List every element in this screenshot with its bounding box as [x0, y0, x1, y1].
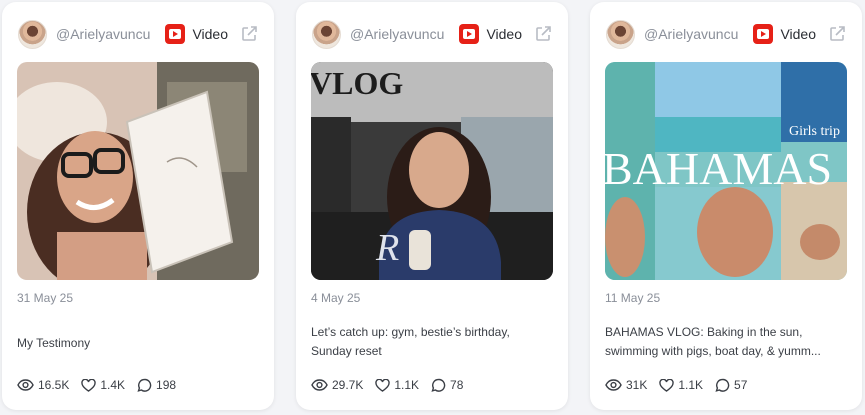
platform-label: Video [780, 26, 816, 42]
likes-stat: 1.1K [375, 378, 419, 392]
youtube-icon [753, 24, 774, 44]
external-link-icon[interactable] [828, 25, 846, 43]
platform-badge: Video [753, 24, 816, 44]
likes-count: 1.1K [678, 378, 704, 392]
content-card[interactable]: @Arielyavuncu Video R VLOG 4 May 25 Let’… [296, 2, 568, 410]
content-card[interactable]: @Arielyavuncu Video 31 May 25 My Testimo… [2, 2, 274, 410]
content-card-grid: @Arielyavuncu Video 31 May 25 My Testimo… [0, 0, 865, 415]
eye-icon [605, 379, 622, 391]
youtube-icon [165, 24, 186, 44]
likes-count: 1.1K [394, 378, 420, 392]
heart-icon [81, 378, 97, 392]
video-thumbnail[interactable]: R VLOG [311, 62, 553, 280]
external-link-icon[interactable] [240, 25, 258, 43]
creator-handle[interactable]: @Arielyavuncu [350, 26, 459, 42]
likes-stat: 1.1K [659, 378, 703, 392]
thumbnail-title-text: VLOG [311, 65, 403, 101]
platform-label: Video [192, 26, 228, 42]
platform-label: Video [486, 26, 522, 42]
post-date: 4 May 25 [311, 291, 361, 305]
engagement-stats: 31K 1.1K 57 [605, 378, 759, 392]
creator-handle[interactable]: @Arielyavuncu [644, 26, 753, 42]
likes-stat: 1.4K [81, 378, 125, 392]
post-caption: My Testimony [17, 336, 91, 350]
youtube-icon [459, 24, 480, 44]
comments-count: 78 [450, 378, 464, 392]
heart-icon [659, 378, 675, 392]
views-stat: 31K [605, 378, 647, 392]
comments-count: 198 [156, 378, 177, 392]
thumbnail-title-text: BAHAMAS [605, 143, 832, 194]
comments-stat: 57 [715, 378, 747, 392]
comment-icon [715, 378, 730, 392]
svg-text:R: R [375, 227, 399, 269]
post-date: 11 May 25 [605, 291, 661, 305]
comments-stat: 78 [431, 378, 463, 392]
avatar[interactable] [606, 19, 635, 49]
creator-handle[interactable]: @Arielyavuncu [56, 26, 165, 42]
post-caption: BAHAMAS VLOG: Baking in the sun, swimmin… [605, 325, 821, 358]
video-thumbnail[interactable] [17, 62, 259, 280]
card-header: @Arielyavuncu Video [312, 19, 552, 49]
content-card[interactable]: @Arielyavuncu Video BAHAMAS Girls trip 1… [590, 2, 862, 410]
views-stat: 29.7K [311, 378, 363, 392]
comments-stat: 198 [137, 378, 176, 392]
card-header: @Arielyavuncu Video [606, 19, 846, 49]
likes-count: 1.4K [100, 378, 126, 392]
views-count: 29.7K [332, 378, 364, 392]
platform-badge: Video [165, 24, 228, 44]
views-count: 31K [626, 378, 648, 392]
external-link-icon[interactable] [534, 25, 552, 43]
eye-icon [17, 379, 34, 391]
post-date: 31 May 25 [17, 291, 74, 305]
engagement-stats: 29.7K 1.1K 78 [311, 378, 475, 392]
video-thumbnail[interactable]: BAHAMAS Girls trip [605, 62, 847, 280]
platform-badge: Video [459, 24, 522, 44]
comment-icon [431, 378, 446, 392]
avatar[interactable] [18, 19, 47, 49]
engagement-stats: 16.5K 1.4K 198 [17, 378, 188, 392]
post-caption: Let’s catch up: gym, bestie’s birthday, … [311, 325, 510, 358]
eye-icon [311, 379, 328, 391]
heart-icon [375, 378, 391, 392]
comments-count: 57 [734, 378, 748, 392]
views-count: 16.5K [38, 378, 70, 392]
views-stat: 16.5K [17, 378, 69, 392]
comment-icon [137, 378, 152, 392]
avatar[interactable] [312, 19, 341, 49]
card-header: @Arielyavuncu Video [18, 19, 258, 49]
thumbnail-subtitle-text: Girls trip [789, 124, 840, 139]
